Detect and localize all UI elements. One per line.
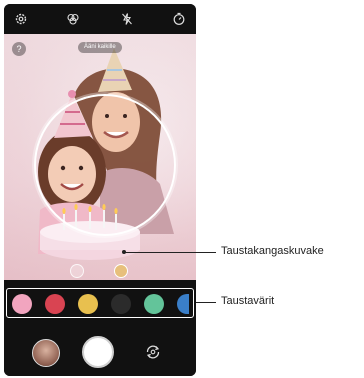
color-swatch-green[interactable]: [144, 294, 164, 314]
callout-background-colors: Taustavärit: [221, 295, 275, 307]
camera-screen: ? Ääni kaikille: [4, 4, 196, 376]
filter-icon[interactable]: [66, 12, 80, 26]
gallery-thumbnail[interactable]: [32, 339, 60, 367]
callout-line-background-image: [124, 252, 216, 253]
camera-viewfinder[interactable]: ? Ääni kaikille: [4, 34, 196, 280]
tip-label: Ääni kaikille: [78, 42, 122, 53]
background-shot-marker-1[interactable]: [70, 264, 84, 278]
background-cutout-circle[interactable]: [34, 94, 176, 236]
color-swatch-black[interactable]: [111, 294, 131, 314]
background-color-bar: [4, 280, 196, 324]
bottom-controls: [4, 324, 196, 376]
callout-dot-background-image: [122, 250, 126, 254]
shutter-button[interactable]: [82, 336, 114, 368]
top-toolbar: [4, 4, 196, 34]
switch-camera-icon[interactable]: [144, 343, 162, 361]
callout-line-background-colors: [196, 302, 216, 303]
swatch-frame: [6, 288, 194, 318]
page: ? Ääni kaikille Taustakangaskuvake Taust…: [0, 0, 364, 378]
color-swatch-yellow[interactable]: [78, 294, 98, 314]
background-shot-marker-2[interactable]: [114, 264, 128, 278]
settings-icon[interactable]: [14, 12, 28, 26]
help-button[interactable]: ?: [12, 42, 26, 56]
color-swatch-pink[interactable]: [12, 294, 32, 314]
callout-background-image: Taustakangaskuvake: [221, 245, 324, 257]
timer-icon[interactable]: [172, 12, 186, 26]
color-swatch-red[interactable]: [45, 294, 65, 314]
flash-off-icon[interactable]: [120, 12, 134, 26]
